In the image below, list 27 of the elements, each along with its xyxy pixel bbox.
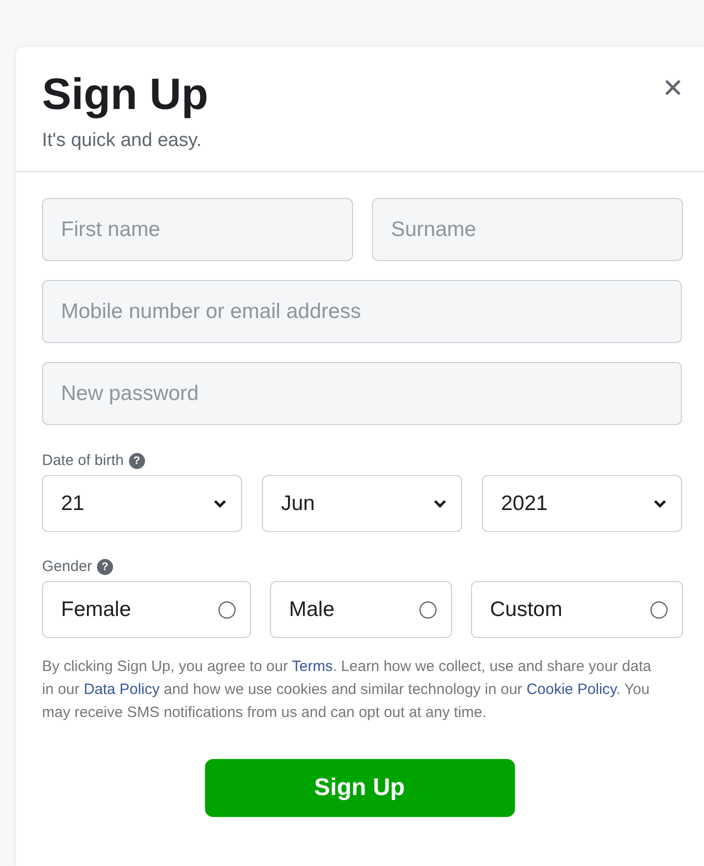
radio-button[interactable] <box>218 600 236 618</box>
policy-link[interactable]: Cookie Policy <box>526 681 616 698</box>
field-label: Date of birth <box>42 450 124 471</box>
policy-link[interactable]: Data Policy <box>84 681 160 698</box>
help-icon[interactable]: ? <box>128 453 145 469</box>
chevron-down-icon <box>653 498 667 508</box>
field-label: Gender <box>42 556 92 577</box>
text-field[interactable]: Surname <box>372 198 683 261</box>
close-button[interactable]: ✕ <box>658 73 688 103</box>
date-dropdown[interactable]: Jun <box>262 475 462 532</box>
date-dropdown[interactable]: 21 <box>42 475 242 532</box>
text-field[interactable]: New password <box>42 362 682 425</box>
gender-option[interactable]: Female <box>42 581 251 638</box>
dialog-title: Sign Up <box>42 69 208 121</box>
help-icon[interactable]: ? <box>97 559 114 575</box>
dialog-subtitle: It's quick and easy. <box>42 129 203 153</box>
text-field[interactable]: Mobile number or email address <box>42 280 682 343</box>
policy-link[interactable]: Terms <box>292 658 333 675</box>
date-dropdown[interactable]: 2021 <box>482 475 682 532</box>
text-field[interactable]: First name <box>42 198 353 261</box>
radio-button[interactable] <box>650 600 668 618</box>
gender-option[interactable]: Male <box>270 581 452 638</box>
radio-button[interactable] <box>419 600 437 618</box>
chevron-down-icon <box>433 498 447 508</box>
gender-option[interactable]: Custom <box>471 581 683 638</box>
terms-text: By clicking Sign Up, you agree to our Terms. Learn how we collect, use and share your data in our Data Policy and how we use cookies and similar technology in our Cookie Policy. You may receive SMS notifications from us and can opt out at any time. <box>42 657 652 723</box>
chevron-down-icon <box>213 498 227 508</box>
